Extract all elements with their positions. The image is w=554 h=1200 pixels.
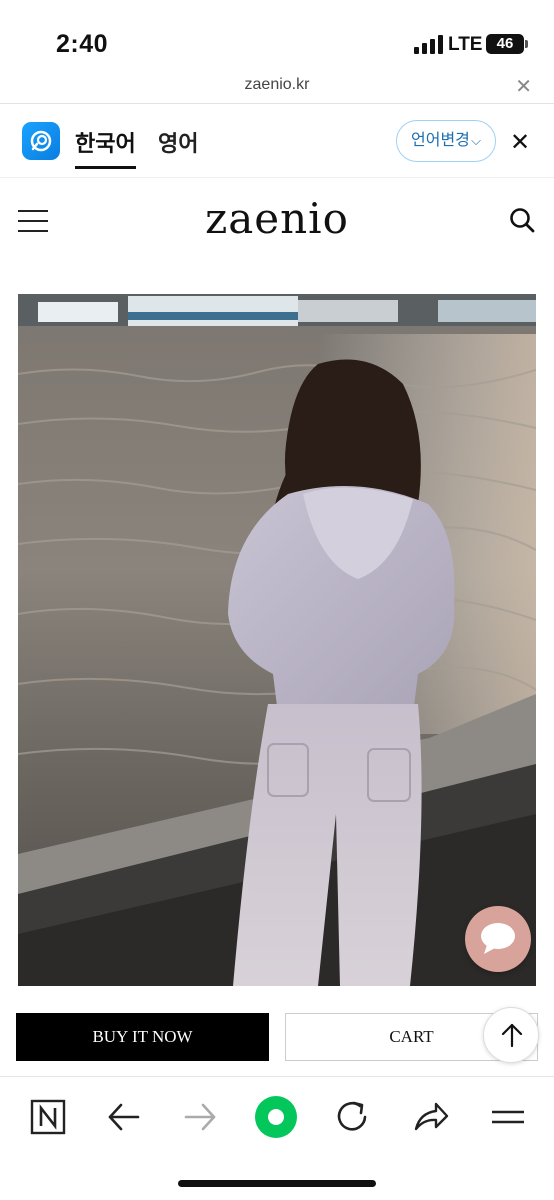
tab-english[interactable]: 영어 xyxy=(158,126,198,158)
url-domain[interactable]: zaenio.kr xyxy=(0,76,554,94)
language-change-label: 언어변경 xyxy=(411,132,470,149)
product-photo[interactable] xyxy=(18,294,536,986)
battery-icon: 46 xyxy=(486,34,528,54)
close-icon[interactable]: ✕ xyxy=(510,128,530,157)
back-arrow-icon[interactable] xyxy=(102,1095,146,1139)
translate-bar: 한국어 영어 언어변경 ⌵ ✕ xyxy=(0,104,554,178)
menu-icon[interactable] xyxy=(486,1095,530,1139)
signal-icon xyxy=(414,34,444,54)
brand-logo[interactable]: zaenio xyxy=(0,194,554,243)
forward-arrow-icon[interactable] xyxy=(178,1095,222,1139)
page: 2:40 LTE 46 zaenio.kr ✕ 한국어 영어 언어변경 ⌵ ✕ xyxy=(0,0,554,1200)
tab-korean[interactable]: 한국어 xyxy=(75,126,136,169)
home-indicator xyxy=(178,1180,376,1187)
status-bar: 2:40 LTE 46 xyxy=(0,0,554,70)
buy-now-button[interactable]: BUY IT NOW xyxy=(16,1013,269,1061)
chevron-down-icon: ⌵ xyxy=(471,133,481,148)
language-change-button[interactable]: 언어변경 ⌵ xyxy=(396,120,496,162)
scroll-top-button[interactable] xyxy=(483,1007,539,1063)
site-header: zaenio xyxy=(0,178,554,268)
chat-bubble-icon[interactable] xyxy=(465,906,531,972)
search-icon[interactable] xyxy=(508,206,536,234)
arrow-up-icon xyxy=(501,1023,523,1048)
naver-icon[interactable] xyxy=(26,1095,70,1139)
share-icon[interactable] xyxy=(408,1095,452,1139)
network-label: LTE xyxy=(448,34,483,55)
refresh-icon[interactable] xyxy=(330,1095,374,1139)
green-home-icon[interactable] xyxy=(254,1095,298,1139)
papago-icon[interactable] xyxy=(22,122,60,160)
status-time: 2:40 xyxy=(56,30,109,58)
url-bar[interactable]: zaenio.kr ✕ xyxy=(0,70,554,104)
close-icon[interactable]: ✕ xyxy=(515,74,532,99)
